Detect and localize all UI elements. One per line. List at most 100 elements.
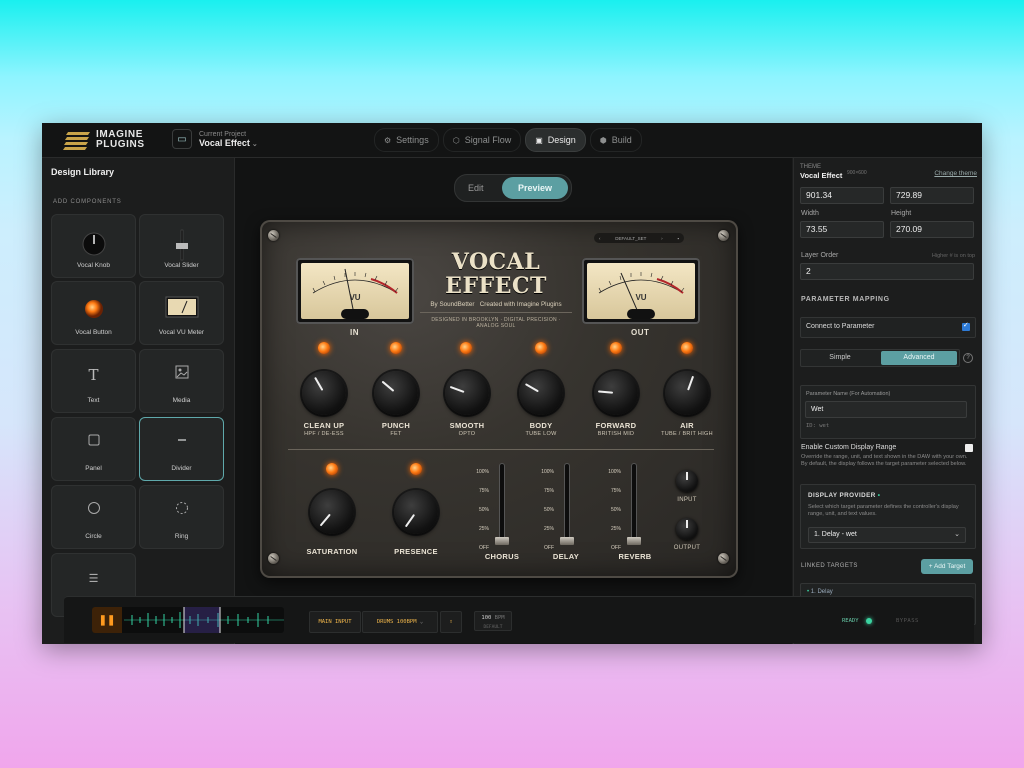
add-target-button[interactable]: + Add Target (921, 559, 973, 574)
layer-order-label: Layer Order (801, 252, 839, 259)
vu-meter-out: VU (582, 258, 700, 324)
knob-label: AIR (680, 421, 694, 430)
io-label: INPUT (677, 497, 697, 503)
preset-selector[interactable]: ‹ DEFAULT_SET › ▪ (594, 233, 684, 243)
led-icon[interactable] (318, 342, 330, 354)
layer-order-hint: Higher # is on top (931, 253, 975, 259)
width-field[interactable]: 73.55 (800, 221, 884, 238)
source-select[interactable]: DRUMS 100BPM ⌄ (362, 611, 438, 633)
help-icon[interactable]: ? (963, 353, 973, 363)
settings-icon: ⚙ (384, 135, 392, 145)
bypass-button[interactable]: BYPASS (896, 618, 919, 624)
fader-label: DELAY (552, 552, 580, 561)
component-vocal-slider[interactable]: Vocal Slider (139, 214, 224, 278)
image-icon (140, 364, 223, 380)
led-icon[interactable] (410, 463, 422, 475)
led-icon[interactable] (326, 463, 338, 475)
knob-smooth[interactable] (445, 371, 489, 415)
fader-reverb-handle[interactable] (627, 537, 641, 545)
knob-air[interactable] (665, 371, 709, 415)
led-icon[interactable] (535, 342, 547, 354)
text-icon: T (88, 366, 99, 384)
component-divider[interactable]: Divider (139, 417, 224, 481)
custom-range-checkbox[interactable] (965, 444, 973, 452)
knob-sublabel: HPF / DE-ESS (304, 431, 344, 437)
ready-indicator-icon (866, 618, 872, 624)
component-vocal-button[interactable]: Vocal Button (51, 281, 136, 345)
display-provider-select[interactable]: 1. Delay - wet ⌄ (808, 527, 966, 543)
led-icon[interactable] (390, 342, 402, 354)
chevron-down-icon: ⌄ (251, 140, 258, 148)
logo[interactable]: IMAGINE PLUGINS (62, 130, 145, 150)
build-icon: ⬢ (599, 135, 607, 145)
fader-delay-handle[interactable] (560, 537, 574, 545)
waveform-player[interactable]: ❚❚ (92, 607, 284, 633)
y-position-field[interactable]: 729.89 (890, 187, 974, 204)
connect-parameter-row[interactable]: Connect to Parameter (800, 317, 976, 338)
plugin-title: VOCAL EFFECT (445, 249, 547, 299)
knob-presence[interactable] (394, 490, 438, 534)
screw-icon (718, 553, 729, 564)
linked-targets-title: LINKED TARGETS (801, 563, 858, 569)
inspector-panel: THEME Vocal Effect 900×600 Change theme 9… (793, 158, 982, 644)
input-knob[interactable] (676, 470, 698, 492)
tab-settings[interactable]: ⚙ Settings (374, 128, 439, 152)
connect-parameter-checkbox[interactable] (962, 321, 970, 331)
fader-track-reverb[interactable] (632, 464, 636, 544)
component-ring[interactable]: Ring (139, 485, 224, 549)
fader-track-chorus[interactable] (500, 464, 504, 544)
component-circle[interactable]: Circle (51, 485, 136, 549)
knob-saturation[interactable] (310, 490, 354, 534)
custom-range-label: Enable Custom Display Range (801, 444, 897, 451)
project-switcher[interactable]: ▭ Current Project Vocal Effect ⌄ (172, 129, 258, 149)
pause-icon[interactable]: ❚❚ (92, 607, 122, 633)
component-media[interactable]: Media (139, 349, 224, 413)
knob-body[interactable] (519, 371, 563, 415)
simple-mode-button[interactable]: Simple (801, 350, 879, 366)
advanced-mode-button[interactable]: Advanced (881, 351, 957, 365)
app-window: IMAGINE PLUGINS ▭ Current Project Vocal … (42, 123, 982, 644)
tab-design[interactable]: ▣ Design (525, 128, 586, 152)
fader-chorus-handle[interactable] (495, 537, 509, 545)
width-label: Width (801, 210, 819, 217)
tab-signal-flow[interactable]: ⬡ Signal Flow (442, 128, 522, 152)
layer-order-field[interactable]: 2 (800, 263, 974, 280)
edit-mode-button[interactable]: Edit (468, 183, 484, 193)
x-position-field[interactable]: 901.34 (800, 187, 884, 204)
led-icon[interactable] (610, 342, 622, 354)
panel-icon (52, 432, 135, 448)
knob-label: PRESENCE (394, 547, 438, 556)
knob-punch[interactable] (374, 371, 418, 415)
ready-status: READY (842, 618, 859, 624)
waveform-display (124, 607, 284, 633)
plugin-credit: By SoundBetter Created with Imagine Plug… (430, 301, 562, 308)
knob-sublabel: TUBE / BRIT HIGH (661, 431, 713, 437)
knob-label: FORWARD (595, 421, 637, 430)
main-input-select[interactable]: MAIN INPUT (309, 611, 361, 633)
knob-sublabel: TUBE LOW (525, 431, 557, 437)
transport-bar: ❚❚ MAIN INPUT DRUMS 100BPM ⌄ ⇪ 100 BPM DE… (64, 596, 974, 643)
component-vocal-knob[interactable]: Vocal Knob (51, 214, 136, 278)
parameter-id: ID: wet (806, 423, 830, 429)
height-field[interactable]: 270.09 (890, 221, 974, 238)
parameter-name-input[interactable]: Wet (805, 401, 967, 418)
knob-clean-up[interactable] (302, 371, 346, 415)
knob-icon (52, 229, 135, 259)
led-icon[interactable] (681, 342, 693, 354)
component-vocal-vu-meter[interactable]: Vocal VU Meter (139, 281, 224, 345)
custom-range-description: Override the range, unit, and text shown… (801, 454, 968, 467)
io-label: OUTPUT (673, 545, 701, 551)
knob-sublabel: BRITISH MID (597, 431, 635, 437)
led-icon[interactable] (460, 342, 472, 354)
upload-icon[interactable]: ⇪ (440, 611, 462, 633)
output-knob[interactable] (676, 518, 698, 540)
change-theme-link[interactable]: Change theme (934, 170, 977, 177)
component-panel[interactable]: Panel (51, 417, 136, 481)
tab-build[interactable]: ⬢ Build (589, 128, 642, 152)
bpm-field[interactable]: 100 BPM DEFAULT (474, 611, 512, 631)
prev-preset-icon: ‹ (599, 235, 601, 241)
preview-mode-button[interactable]: Preview (502, 177, 568, 199)
component-text[interactable]: T Text (51, 349, 136, 413)
knob-forward[interactable] (594, 371, 638, 415)
fader-track-delay[interactable] (565, 464, 569, 544)
